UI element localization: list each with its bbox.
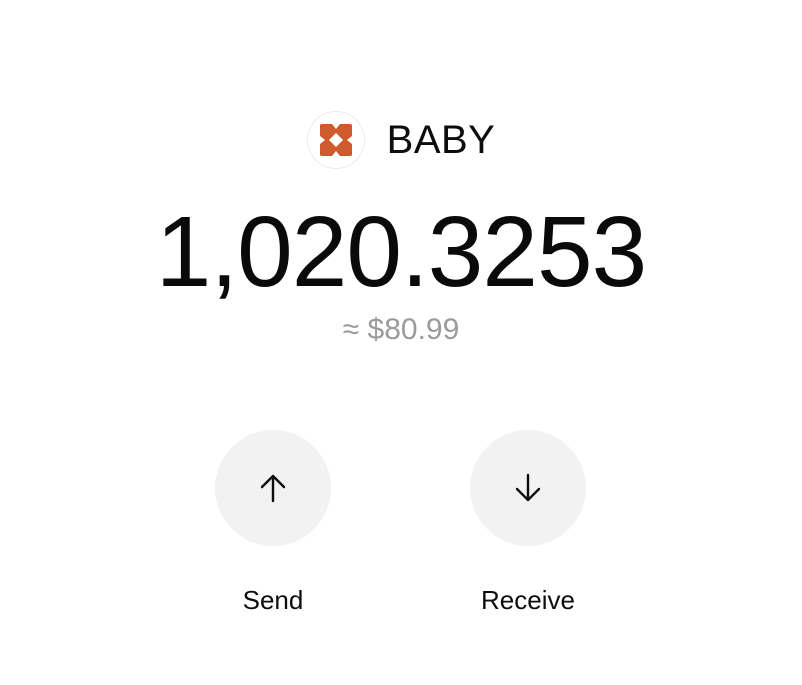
token-balance: 1,020.3253 <box>155 196 648 308</box>
fiat-value: ≈ $80.99 <box>342 313 460 346</box>
send-button[interactable]: Send <box>183 430 363 616</box>
token-header: BABY <box>0 108 802 172</box>
receive-label[interactable]: Receive <box>481 584 575 616</box>
send-label[interactable]: Send <box>243 584 304 616</box>
token-symbol: BABY <box>386 117 496 162</box>
baby-token-logo-icon <box>306 111 365 169</box>
receive-button-circle[interactable] <box>470 430 586 546</box>
receive-button[interactable]: Receive <box>438 430 618 616</box>
arrow-down-icon <box>515 473 541 502</box>
arrow-up-icon <box>260 474 286 503</box>
send-button-circle[interactable] <box>215 430 331 546</box>
